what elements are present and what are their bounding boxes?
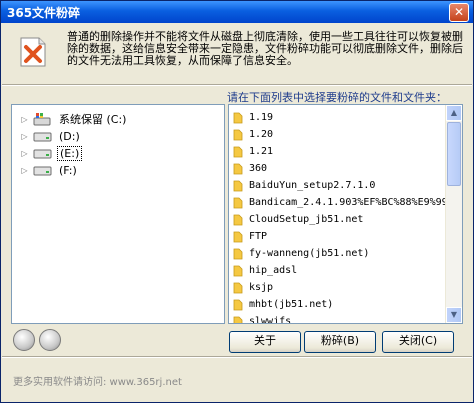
divider-bottom — [2, 356, 472, 358]
file-list-item[interactable]: FTP — [229, 228, 267, 244]
folder-icon — [233, 129, 243, 140]
system-drive-icon — [33, 113, 51, 126]
file-list-item[interactable]: ksjp — [229, 279, 273, 295]
file-list-item[interactable]: fy-wanneng(jb51.net) — [229, 245, 369, 261]
file-list-item[interactable]: slwwjfs — [229, 313, 292, 324]
file-name: ksjp — [249, 281, 274, 293]
about-button[interactable]: 关于 — [229, 331, 301, 353]
file-name: hip_adsl — [249, 264, 298, 276]
expand-icon[interactable]: ▷ — [20, 132, 29, 141]
file-list-item[interactable]: CloudSetup_jb51.net — [229, 211, 363, 227]
file-list-item[interactable]: mhbt(jb51.net) — [229, 296, 333, 312]
title-bar[interactable]: 365文件粉碎 ✕ — [1, 1, 473, 23]
tree-item-label: (D:) — [59, 129, 80, 143]
drive-icon — [33, 166, 52, 176]
scroll-down-button[interactable]: ▼ — [446, 307, 462, 323]
file-name: 1.21 — [249, 145, 274, 157]
file-name: CloudSetup_jb51.net — [249, 213, 364, 225]
file-list[interactable]: 1.19 1.20 1.21 360 BaiduYun_setup2.7.1.0 Band… — [228, 104, 463, 324]
tree-item-drive-c[interactable]: ▷ 系统保留 (C:) — [12, 111, 128, 127]
file-list-item[interactable]: 1.19 — [229, 109, 273, 125]
scroll-up-button[interactable]: ▲ — [446, 105, 462, 121]
footer-text: 更多实用软件请访问: www.365rj.net — [13, 377, 182, 388]
file-name: 360 — [249, 162, 268, 174]
expand-icon[interactable]: ▷ — [20, 166, 29, 175]
file-list-item[interactable]: Bandicam_2.4.1.903%EF%BC%88%E9%99%84 — [229, 194, 463, 210]
description-text: 普通的删除操作并不能将文件从磁盘上彻底清除，使用一些工具往往可以恢复被删除的数据… — [67, 30, 463, 67]
file-list-item[interactable]: BaiduYun_setup2.7.1.0 — [229, 177, 375, 193]
app-window: 365文件粉碎 ✕ 普通的删除操作并不能将文件从磁盘上彻底清除，使用一些工具往往… — [0, 0, 474, 403]
folder-icon — [233, 248, 243, 259]
refresh-icon[interactable] — [13, 329, 35, 351]
file-name: fy-wanneng(jb51.net) — [249, 247, 370, 259]
file-list-item[interactable]: 1.21 — [229, 143, 273, 159]
folder-icon — [233, 197, 243, 208]
tree-item-label: (F:) — [59, 163, 77, 177]
tree-item-drive-e[interactable]: ▷ (E:) — [12, 145, 83, 161]
file-list-item[interactable]: 1.20 — [229, 126, 273, 142]
file-name: 1.20 — [249, 128, 274, 140]
tree-item-label: 系统保留 (C:) — [59, 113, 127, 126]
settings-icon[interactable] — [39, 329, 61, 351]
folder-icon — [233, 231, 243, 242]
folder-icon — [233, 180, 243, 191]
instruction-label: 请在下面列表中选择要粉碎的文件和文件夹： — [227, 91, 447, 104]
folder-icon — [233, 282, 243, 293]
folder-icon — [233, 265, 243, 276]
file-name: slwwjfs — [249, 315, 292, 324]
close-button[interactable]: 关闭(C) — [382, 331, 454, 353]
folder-icon — [233, 214, 243, 225]
file-list-item[interactable]: hip_adsl — [229, 262, 297, 278]
file-name: FTP — [249, 230, 268, 242]
expand-icon[interactable]: ▷ — [20, 149, 29, 158]
folder-icon — [233, 112, 243, 123]
drive-tree[interactable]: ▷ 系统保留 (C:) ▷ (D:) ▷ (E:) ▷ (F:) — [11, 104, 225, 324]
folder-icon — [233, 299, 243, 310]
file-name: 1.19 — [249, 111, 274, 123]
scroll-thumb[interactable] — [447, 122, 461, 186]
drive-icon — [33, 132, 52, 142]
divider-top — [2, 84, 472, 86]
window-title: 365文件粉碎 — [7, 6, 81, 20]
expand-icon[interactable]: ▷ — [20, 115, 29, 124]
tree-item-label-selected: (E:) — [57, 145, 83, 161]
folder-icon — [233, 146, 243, 157]
file-list-item[interactable]: 360 — [229, 160, 267, 176]
file-name: Bandicam_2.4.1.903%EF%BC%88%E9%99%84 — [249, 196, 463, 208]
shred-doc-icon — [20, 37, 46, 67]
tree-item-drive-f[interactable]: ▷ (F:) — [12, 162, 79, 178]
close-window-button[interactable]: ✕ — [449, 3, 469, 22]
drive-icon — [33, 149, 52, 159]
file-name: BaiduYun_setup2.7.1.0 — [249, 179, 376, 191]
folder-icon — [233, 316, 243, 323]
vertical-scrollbar[interactable]: ▲ ▼ — [445, 105, 462, 323]
folder-icon — [233, 163, 243, 174]
file-name: mhbt(jb51.net) — [249, 298, 334, 310]
shred-button[interactable]: 粉碎(B) — [304, 331, 376, 353]
tree-item-drive-d[interactable]: ▷ (D:) — [12, 128, 82, 144]
